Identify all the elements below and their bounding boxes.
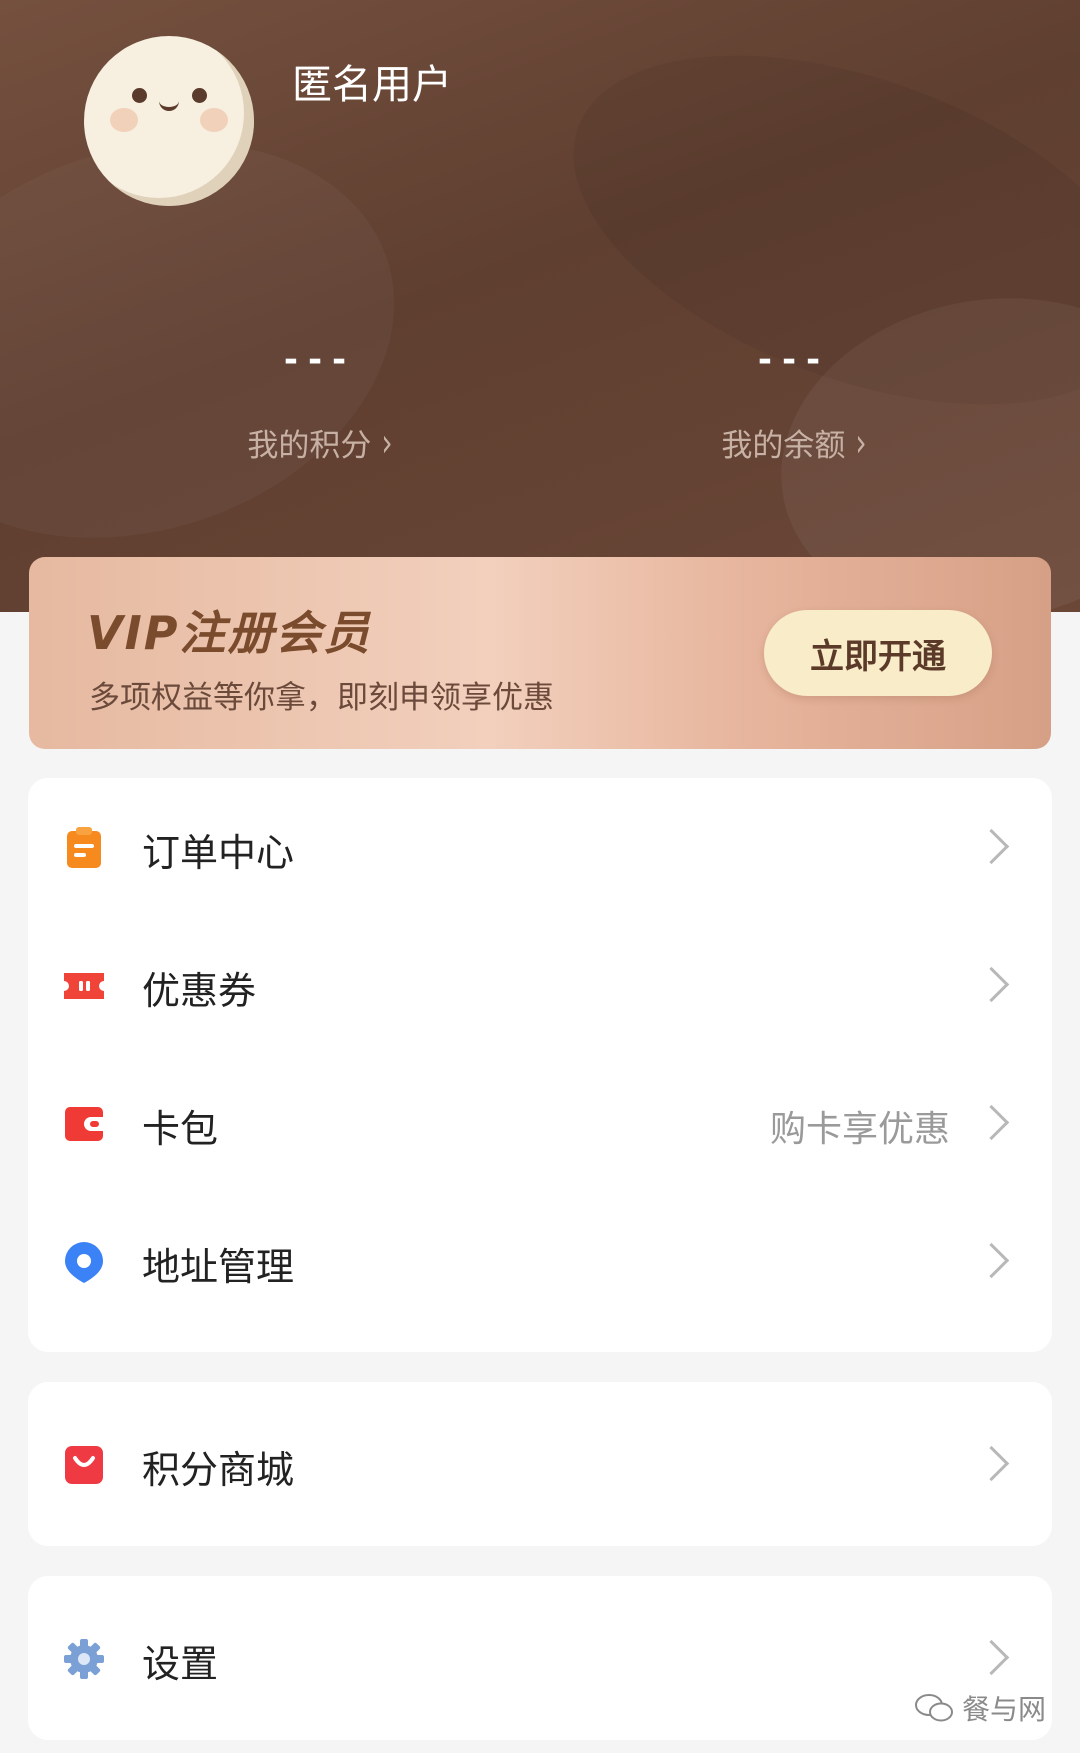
wechat-icon xyxy=(914,1694,953,1722)
chevron-right-icon xyxy=(973,1639,1010,1676)
profile-header: 匿名用户 --- 我的积分 › --- 我的余额 › xyxy=(0,0,1080,612)
vip-subtitle: 多项权益等你拿，即刻申领享优惠 xyxy=(89,680,554,716)
location-pin-icon xyxy=(65,1242,103,1283)
points-value: --- xyxy=(283,340,357,380)
avatar[interactable] xyxy=(84,36,254,206)
wallet-icon xyxy=(65,1107,103,1141)
username[interactable]: 匿名用户 xyxy=(292,52,452,110)
vip-banner[interactable]: VIP注册会员 多项权益等你拿，即刻申领享优惠 立即开通 xyxy=(29,557,1051,749)
chevron-right-icon xyxy=(973,1445,1010,1482)
menu-card-main: 订单中心 优惠券 卡包 购卡享优惠 地址管理 xyxy=(28,778,1052,1352)
points-label: 我的积分 xyxy=(247,428,372,464)
menu-item-address[interactable]: 地址管理 xyxy=(28,1192,1052,1330)
my-points[interactable]: --- 我的积分 › xyxy=(170,340,470,466)
chevron-right-icon: › xyxy=(381,419,393,466)
watermark: 餐与网 xyxy=(914,1688,1046,1728)
coupon-icon xyxy=(64,973,104,999)
menu-card-mall: 积分商城 xyxy=(28,1382,1052,1546)
watermark-text: 餐与网 xyxy=(961,1693,1046,1726)
menu-label: 积分商城 xyxy=(142,1448,295,1492)
balance-label-row: 我的余额 › xyxy=(721,419,867,466)
menu-label: 地址管理 xyxy=(142,1245,295,1289)
menu-card-settings: 设置 xyxy=(28,1576,1052,1740)
open-vip-button[interactable]: 立即开通 xyxy=(764,610,992,696)
avatar-eye xyxy=(192,88,207,103)
my-balance[interactable]: --- 我的余额 › xyxy=(644,340,944,466)
menu-label: 优惠券 xyxy=(142,969,257,1013)
chevron-right-icon xyxy=(973,1242,1010,1279)
menu-label: 卡包 xyxy=(142,1107,219,1151)
points-label-row: 我的积分 › xyxy=(247,419,393,466)
avatar-cheek xyxy=(200,108,228,132)
avatar-eye xyxy=(132,88,147,103)
menu-item-coupons[interactable]: 优惠券 xyxy=(28,916,1052,1054)
menu-label: 设置 xyxy=(142,1642,219,1686)
clipboard-icon xyxy=(67,827,101,868)
menu-item-orders[interactable]: 订单中心 xyxy=(28,778,1052,916)
menu-item-settings[interactable]: 设置 xyxy=(28,1589,1052,1727)
menu-item-points-mall[interactable]: 积分商城 xyxy=(28,1395,1052,1533)
avatar-cheek xyxy=(110,108,138,132)
menu-label: 订单中心 xyxy=(142,831,295,875)
avatar-mouth xyxy=(159,96,179,111)
chevron-right-icon: › xyxy=(855,419,867,466)
gear-icon xyxy=(64,1639,104,1679)
shopping-bag-icon xyxy=(65,1446,103,1484)
balance-value: --- xyxy=(757,340,831,380)
chevron-right-icon xyxy=(973,966,1010,1003)
chevron-right-icon xyxy=(973,828,1010,865)
vip-title: VIP注册会员 xyxy=(87,606,372,660)
card-pack-hint: 购卡享优惠 xyxy=(769,1109,950,1150)
balance-label: 我的余额 xyxy=(721,428,846,464)
chevron-right-icon xyxy=(973,1104,1010,1141)
menu-item-card-pack[interactable]: 卡包 购卡享优惠 xyxy=(28,1054,1052,1192)
